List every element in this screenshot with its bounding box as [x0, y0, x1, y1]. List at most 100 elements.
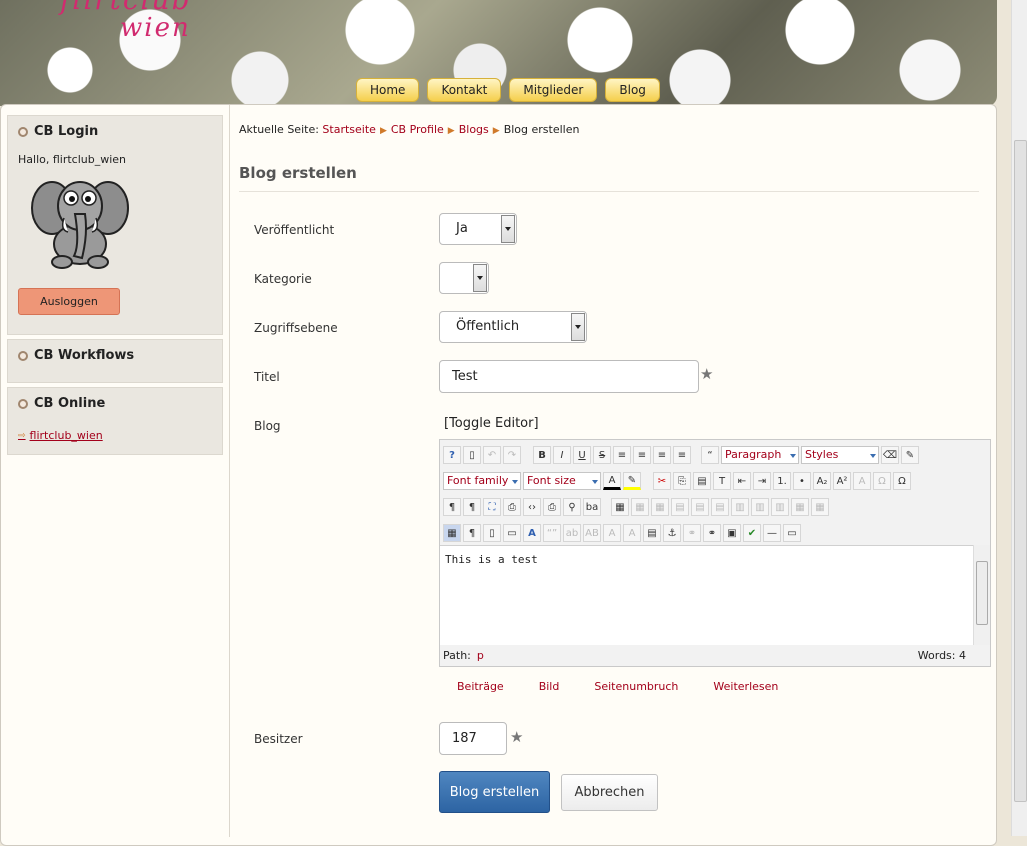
- replace-icon[interactable]: ba: [583, 498, 601, 516]
- path-element[interactable]: p: [477, 649, 484, 662]
- link-icon[interactable]: ⚭: [703, 524, 721, 542]
- insert-col-before-icon[interactable]: ▥: [731, 498, 749, 516]
- avatar[interactable]: [30, 174, 130, 270]
- toggle-editor-link[interactable]: [Toggle Editor]: [444, 416, 539, 431]
- font-size-dim-icon[interactable]: A: [853, 472, 871, 490]
- ins-icon[interactable]: A: [623, 524, 641, 542]
- readmore-button[interactable]: Weiterlesen: [713, 680, 778, 693]
- bullet-list-icon[interactable]: •: [793, 472, 811, 490]
- paste-text-icon[interactable]: T: [713, 472, 731, 490]
- create-blog-button[interactable]: Blog erstellen: [439, 771, 550, 813]
- insert-col-after-icon[interactable]: ▥: [751, 498, 769, 516]
- search-icon[interactable]: ⚲: [563, 498, 581, 516]
- title-input[interactable]: Test: [439, 360, 699, 393]
- anchor-icon[interactable]: ⚓: [663, 524, 681, 542]
- preview-icon[interactable]: ⎙: [503, 498, 521, 516]
- online-user-link[interactable]: ⇨ flirtclub_wien: [18, 429, 212, 442]
- styles-select[interactable]: Styles: [801, 446, 879, 464]
- logout-button[interactable]: Ausloggen: [18, 288, 120, 315]
- media-icon[interactable]: ▭: [783, 524, 801, 542]
- access-select[interactable]: Öffentlich: [439, 311, 587, 343]
- numbered-list-icon[interactable]: 1.: [773, 472, 791, 490]
- row-props-icon[interactable]: ▦: [631, 498, 649, 516]
- breadcrumb-cb-profile[interactable]: CB Profile: [391, 123, 444, 136]
- code-icon[interactable]: ‹›: [523, 498, 541, 516]
- outdent-icon[interactable]: ⇤: [733, 472, 751, 490]
- spellcheck-icon[interactable]: ✔: [743, 524, 761, 542]
- table-icon[interactable]: ▦: [611, 498, 629, 516]
- charmap-dim-icon[interactable]: Ω: [873, 472, 891, 490]
- delete-row-icon[interactable]: ▤: [711, 498, 729, 516]
- delete-col-icon[interactable]: ▥: [771, 498, 789, 516]
- insert-row-before-icon[interactable]: ▤: [671, 498, 689, 516]
- nav-blog[interactable]: Blog: [605, 78, 660, 102]
- image-icon[interactable]: ▣: [723, 524, 741, 542]
- pilcrow-icon[interactable]: ¶: [463, 524, 481, 542]
- indent-icon[interactable]: ⇥: [753, 472, 771, 490]
- undo-icon[interactable]: ↶: [483, 446, 501, 464]
- pagebreak-button[interactable]: Seitenumbruch: [594, 680, 678, 693]
- eraser-icon[interactable]: ⌫: [881, 446, 899, 464]
- help-icon[interactable]: ?: [443, 446, 461, 464]
- nav-kontakt[interactable]: Kontakt: [427, 78, 502, 102]
- editor-content-area[interactable]: This is a test: [440, 545, 974, 645]
- omega-icon[interactable]: Ω: [893, 472, 911, 490]
- attributes-icon[interactable]: ▤: [643, 524, 661, 542]
- template-icon[interactable]: ▯: [483, 524, 501, 542]
- rtl-icon[interactable]: ¶: [463, 498, 481, 516]
- merge-cells-icon[interactable]: ▦: [811, 498, 829, 516]
- cite-icon[interactable]: “”: [543, 524, 561, 542]
- format-select[interactable]: Paragraph: [721, 446, 799, 464]
- published-select[interactable]: Ja: [439, 213, 517, 245]
- blockquote-icon[interactable]: “: [701, 446, 719, 464]
- superscript-icon[interactable]: A²: [833, 472, 851, 490]
- breadcrumb-startseite[interactable]: Startseite: [322, 123, 376, 136]
- editor-scrollbar[interactable]: [973, 545, 990, 645]
- breadcrumb-blogs[interactable]: Blogs: [459, 123, 489, 136]
- cell-props-icon[interactable]: ▦: [651, 498, 669, 516]
- align-left-icon[interactable]: ≡: [653, 446, 671, 464]
- nav-mitglieder[interactable]: Mitglieder: [509, 78, 598, 102]
- insert-row-after-icon[interactable]: ▤: [691, 498, 709, 516]
- layer-icon[interactable]: ▭: [503, 524, 521, 542]
- ltr-icon[interactable]: ¶: [443, 498, 461, 516]
- owner-input[interactable]: 187: [439, 722, 507, 755]
- category-select[interactable]: [439, 262, 489, 294]
- unlink-icon[interactable]: ⚭: [683, 524, 701, 542]
- paste-icon[interactable]: ▤: [693, 472, 711, 490]
- bold-icon[interactable]: B: [533, 446, 551, 464]
- nav-home[interactable]: Home: [356, 78, 420, 102]
- text-color-icon[interactable]: A: [603, 472, 621, 490]
- copy-icon[interactable]: ⎘: [673, 472, 691, 490]
- articles-button[interactable]: Beiträge: [457, 680, 504, 693]
- highlight-icon[interactable]: ✎: [623, 472, 641, 490]
- align-right-icon[interactable]: ≡: [673, 446, 691, 464]
- visual-aid-icon[interactable]: ▦: [443, 524, 461, 542]
- hr-icon[interactable]: —: [763, 524, 781, 542]
- strikethrough-icon[interactable]: S: [593, 446, 611, 464]
- align-center-icon[interactable]: ≡: [633, 446, 651, 464]
- underline-icon[interactable]: U: [573, 446, 591, 464]
- cancel-button[interactable]: Abbrechen: [561, 774, 658, 811]
- align-justify-icon[interactable]: ≡: [613, 446, 631, 464]
- fullscreen-icon[interactable]: ⛶: [483, 498, 501, 516]
- italic-icon[interactable]: I: [553, 446, 571, 464]
- acronym-icon[interactable]: AB: [583, 524, 601, 542]
- split-cells-icon[interactable]: ▦: [791, 498, 809, 516]
- cut-icon[interactable]: ✂: [653, 472, 671, 490]
- subscript-icon[interactable]: A₂: [813, 472, 831, 490]
- styles-icon[interactable]: A: [523, 524, 541, 542]
- page-scrollbar-thumb[interactable]: [1014, 140, 1027, 802]
- editor-scrollbar-thumb[interactable]: [976, 561, 988, 625]
- font-size-select[interactable]: Font size: [523, 472, 601, 490]
- font-family-select[interactable]: Font family: [443, 472, 521, 490]
- print-icon[interactable]: ⎙: [543, 498, 561, 516]
- image-button[interactable]: Bild: [539, 680, 560, 693]
- del-icon[interactable]: A: [603, 524, 621, 542]
- clean-icon[interactable]: ✎: [901, 446, 919, 464]
- abbr-icon[interactable]: ab: [563, 524, 581, 542]
- site-logo[interactable]: flirtclub wien: [60, 0, 192, 42]
- redo-icon[interactable]: ↷: [503, 446, 521, 464]
- page-scrollbar[interactable]: [1011, 0, 1027, 836]
- new-document-icon[interactable]: ▯: [463, 446, 481, 464]
